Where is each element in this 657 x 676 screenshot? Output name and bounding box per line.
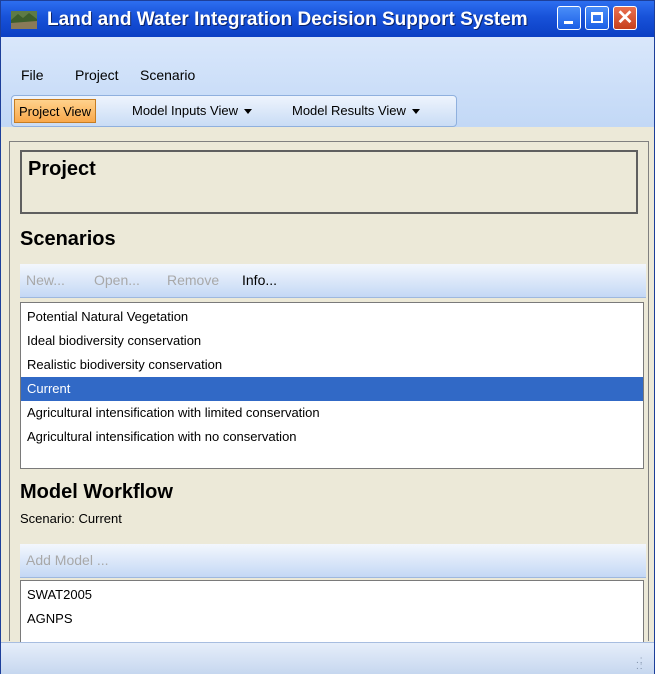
landscape-app-icon — [11, 11, 37, 29]
scenarios-toolbar: New... Open... Remove Info... — [20, 264, 646, 298]
list-item[interactable]: AGNPS — [21, 607, 643, 631]
menu-scenario[interactable]: Scenario — [140, 67, 195, 83]
status-bar: .:.: — [1, 642, 654, 674]
resize-grip-icon[interactable]: .:.: — [636, 656, 648, 672]
project-panel: Project Scenarios New... Open... Remove … — [9, 141, 649, 642]
maximize-button[interactable] — [585, 6, 609, 30]
list-item[interactable]: Ideal biodiversity conservation — [21, 329, 643, 353]
main-menu: File Project Scenario — [1, 67, 654, 95]
open-scenario-button[interactable]: Open... — [94, 272, 140, 288]
list-item[interactable]: Agricultural intensification with limite… — [21, 401, 643, 425]
add-model-button[interactable]: Add Model ... — [26, 552, 109, 568]
list-item[interactable]: SWAT2005 — [21, 583, 643, 607]
model-toolbar: Add Model ... — [20, 544, 646, 578]
menu-file[interactable]: File — [21, 67, 44, 83]
project-box: Project — [20, 150, 638, 214]
chevron-down-icon — [244, 109, 252, 115]
close-button[interactable]: ✕ — [613, 6, 637, 30]
list-item[interactable]: Agricultural intensification with no con… — [21, 425, 643, 449]
model-workflow-heading: Model Workflow — [20, 481, 173, 503]
project-heading: Project — [28, 158, 96, 180]
remove-scenario-button[interactable]: Remove — [167, 272, 219, 288]
minimize-icon — [564, 21, 573, 24]
model-inputs-view-button[interactable]: Model Inputs View — [128, 99, 256, 123]
model-results-view-label: Model Results View — [292, 103, 406, 118]
list-item[interactable]: Realistic biodiversity conservation — [21, 353, 643, 377]
window-title: Land and Water Integration Decision Supp… — [47, 9, 528, 30]
close-icon: ✕ — [616, 7, 634, 29]
title-bar[interactable]: Land and Water Integration Decision Supp… — [1, 1, 654, 37]
scenarios-list[interactable]: Potential Natural Vegetation Ideal biodi… — [20, 302, 644, 469]
app-window: Land and Water Integration Decision Supp… — [0, 0, 655, 674]
models-list[interactable]: SWAT2005 AGNPS — [20, 580, 644, 642]
new-scenario-button[interactable]: New... — [26, 272, 65, 288]
scenarios-heading: Scenarios — [20, 228, 116, 250]
minimize-button[interactable] — [557, 6, 581, 30]
chevron-down-icon — [411, 109, 420, 115]
maximize-icon — [591, 12, 603, 23]
view-toolstrip: Project View Model Inputs View Model Res… — [11, 95, 457, 127]
model-inputs-view-label: Model Inputs View — [132, 103, 238, 118]
model-results-view-button[interactable]: Model Results View — [288, 99, 424, 123]
project-view-button[interactable]: Project View — [14, 99, 97, 123]
info-scenario-button[interactable]: Info... — [242, 272, 277, 288]
menu-bar: File Project Scenario Project View Model… — [1, 37, 654, 127]
current-scenario-label: Scenario: Current — [20, 511, 122, 526]
list-item-selected[interactable]: Current — [21, 377, 643, 401]
list-item[interactable]: Potential Natural Vegetation — [21, 305, 643, 329]
menu-project[interactable]: Project — [75, 67, 119, 83]
